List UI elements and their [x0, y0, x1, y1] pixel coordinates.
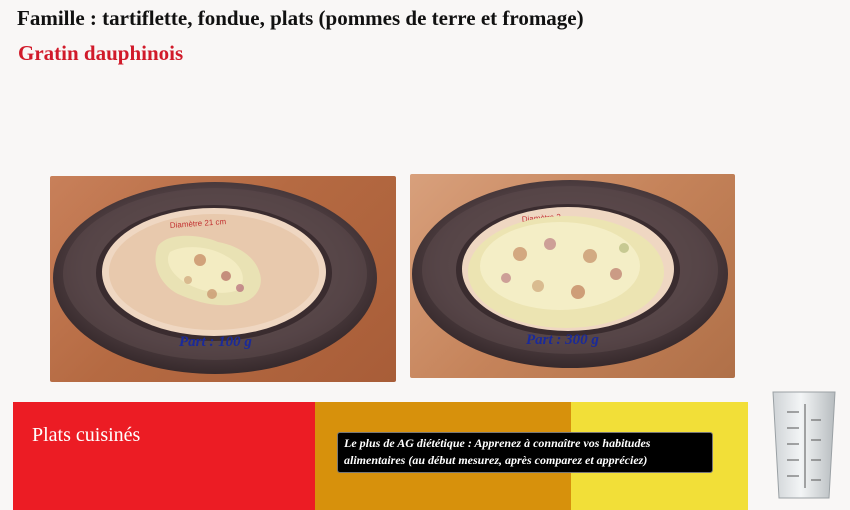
- measuring-cup-icon: [772, 391, 836, 499]
- plate-photo-100g: Diamètre 21 cm: [50, 176, 396, 382]
- diet-tip: Le plus de AG diététique : Apprenez à co…: [337, 432, 713, 473]
- dish-title: Gratin dauphinois: [18, 41, 184, 65]
- portion-label-300g: Part : 300 g: [526, 332, 599, 348]
- category-label: Plats cuisinés: [32, 424, 141, 446]
- family-title: Famille : tartiflette, fondue, plats (po…: [17, 6, 584, 30]
- category-band-red: [13, 402, 315, 510]
- portion-label-100g: Part : 100 g: [179, 334, 252, 350]
